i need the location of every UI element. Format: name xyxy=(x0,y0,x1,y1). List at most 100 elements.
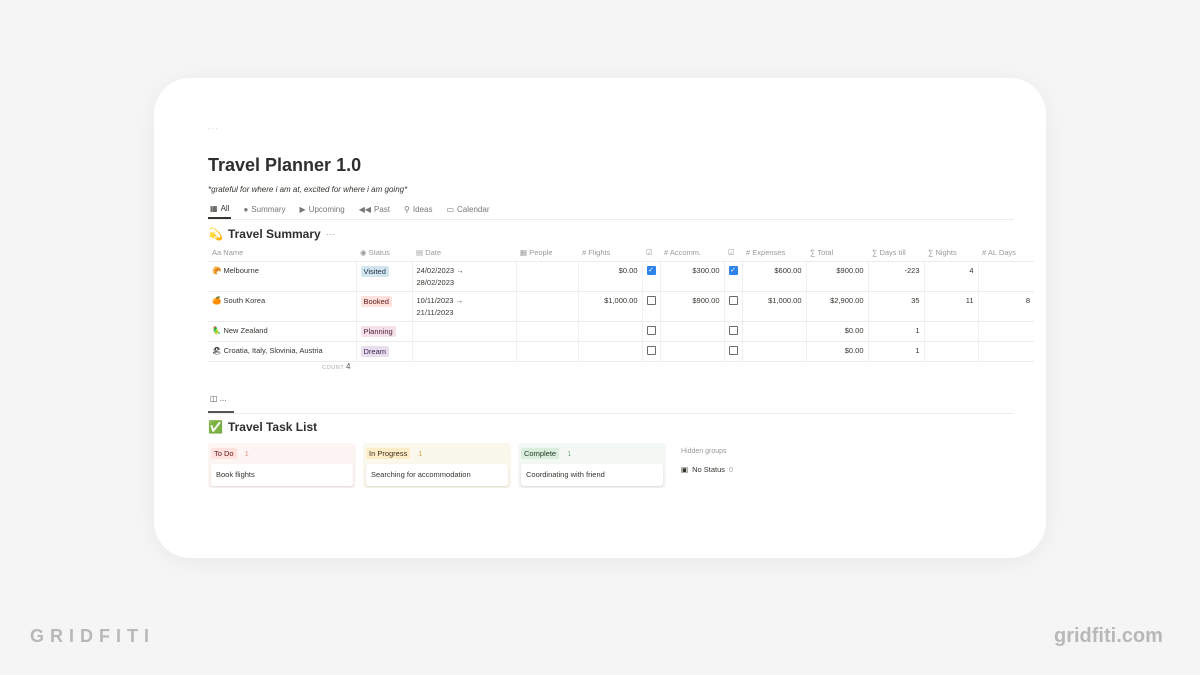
no-status-group[interactable]: ▣ No Status 0 xyxy=(681,465,733,474)
total-cell: $900.00 xyxy=(805,261,868,292)
days-till-cell: 35 xyxy=(867,291,924,322)
table-row[interactable]: 🍊 South Korea Booked 10/11/2023 → 21/11/2… xyxy=(208,291,1034,322)
group-badge[interactable]: Complete xyxy=(521,447,560,459)
people-cell[interactable] xyxy=(515,261,578,292)
days-till-cell: 1 xyxy=(867,321,924,342)
flights-cell[interactable] xyxy=(577,321,642,342)
accomm-paid-checkbox[interactable]: ✓ xyxy=(728,266,738,276)
more-options-icon[interactable]: ··· xyxy=(326,229,335,239)
column-header-people[interactable]: ▦ People xyxy=(516,244,578,262)
column-header-status[interactable]: ◉ Status xyxy=(356,244,412,262)
column-header-nights[interactable]: ∑ Nights xyxy=(924,244,978,262)
column-header-expenses[interactable]: # Expenses xyxy=(742,244,806,262)
play-icon: ▶ xyxy=(299,205,306,214)
property-type-icon: ∑ xyxy=(928,247,934,257)
property-type-icon: ▦ xyxy=(520,247,528,257)
days-till-cell: 1 xyxy=(867,341,924,362)
summary-heading: 💫 Travel Summary ··· xyxy=(208,227,335,241)
column-header-name[interactable]: Aa Name xyxy=(208,244,356,262)
flights-cell[interactable]: $0.00 xyxy=(577,261,642,292)
accomm-cell[interactable]: $300.00 xyxy=(659,261,724,292)
tab-all[interactable]: ▦ All xyxy=(208,200,232,219)
status-cell[interactable]: Dream xyxy=(355,341,412,362)
status-cell[interactable]: Booked xyxy=(355,291,412,322)
tab-summary[interactable]: ● Summary xyxy=(241,200,287,219)
al-days-cell[interactable] xyxy=(977,341,1034,362)
tab-ideas[interactable]: ⚲ Ideas xyxy=(402,200,434,219)
accomm-cell[interactable] xyxy=(659,321,724,342)
table-row[interactable]: 🏖 Croatia, Italy, Slovinia, Austria Drea… xyxy=(208,341,1034,362)
status-badge: Dream xyxy=(360,345,390,357)
flights-paid-checkbox[interactable] xyxy=(646,326,656,336)
task-card[interactable]: Searching for accommodation xyxy=(366,464,508,486)
flights-cell[interactable] xyxy=(577,341,642,362)
board-view-tab[interactable]: ◫ ... xyxy=(208,394,234,413)
expenses-cell[interactable]: $600.00 xyxy=(741,261,806,292)
task-card[interactable]: Coordinating with friend xyxy=(521,464,663,486)
people-cell[interactable] xyxy=(515,341,578,362)
al-days-cell[interactable] xyxy=(977,321,1034,342)
summary-title: Travel Summary xyxy=(227,227,321,241)
watermark-right: gridfiti.com xyxy=(1054,625,1163,647)
page-subtitle: *grateful for where i am at, excited for… xyxy=(208,185,408,194)
expenses-cell[interactable]: $1,000.00 xyxy=(741,291,806,322)
breadcrumb[interactable]: · · · xyxy=(208,126,217,132)
name-cell[interactable]: 🍊 South Korea xyxy=(208,291,356,322)
people-cell[interactable] xyxy=(515,321,578,342)
column-header-accomm-[interactable]: # Accomm. xyxy=(660,244,724,262)
property-type-icon: ☑ xyxy=(728,247,735,257)
expenses-cell[interactable] xyxy=(741,321,806,342)
row-emoji-icon: 🍊 xyxy=(212,295,222,305)
board-icon: ◫ xyxy=(210,394,218,403)
nights-cell: 4 xyxy=(923,261,978,292)
accomm-paid-checkbox[interactable] xyxy=(728,326,738,336)
row-emoji-icon: 🦜 xyxy=(212,325,222,335)
tasks-title: Travel Task List xyxy=(227,420,318,434)
column-header-flights[interactable]: # Flights xyxy=(578,244,642,262)
name-cell[interactable]: 🥐 Melbourne xyxy=(208,261,356,292)
table-row[interactable]: 🥐 Melbourne Visited 24/02/2023 → 28/02/20… xyxy=(208,261,1034,292)
column-header-days-till[interactable]: ∑ Days till xyxy=(868,244,924,262)
tab-upcoming[interactable]: ▶ Upcoming xyxy=(298,200,347,219)
column-header-date[interactable]: ▤ Date xyxy=(412,244,516,262)
board-column-complete: Complete 1 Coordinating with friend xyxy=(518,443,666,488)
column-header-al-days[interactable]: # AL Days xyxy=(978,244,1034,262)
flights-paid-checkbox[interactable] xyxy=(646,346,656,356)
board-column-to-do: To Do 1 Book flights xyxy=(208,443,356,488)
property-type-icon: ☑ xyxy=(646,247,653,257)
column-header-checkbox[interactable]: ☑ xyxy=(724,244,742,262)
al-days-cell[interactable]: 8 xyxy=(977,291,1034,322)
accomm-paid-checkbox[interactable] xyxy=(728,346,738,356)
name-cell[interactable]: 🏖 Croatia, Italy, Slovinia, Austria xyxy=(208,341,356,362)
task-card[interactable]: Book flights xyxy=(211,464,353,486)
property-type-icon: # xyxy=(664,247,669,257)
board-view-tabs: ◫ ... xyxy=(208,394,1014,414)
accomm-cell[interactable] xyxy=(659,341,724,362)
people-cell[interactable] xyxy=(515,291,578,322)
column-header-checkbox[interactable]: ☑ xyxy=(642,244,660,262)
flights-paid-checkbox[interactable]: ✓ xyxy=(646,266,656,276)
date-cell[interactable]: 24/02/2023 → 28/02/2023 xyxy=(411,261,516,292)
status-cell[interactable]: Planning xyxy=(355,321,412,342)
expenses-cell[interactable] xyxy=(741,341,806,362)
status-badge: Planning xyxy=(360,325,396,337)
flights-paid-checkbox[interactable] xyxy=(646,296,656,306)
table-row[interactable]: 🦜 New Zealand Planning $0.00 1 xyxy=(208,321,1034,342)
accomm-paid-checkbox[interactable] xyxy=(728,296,738,306)
date-cell[interactable] xyxy=(411,321,516,342)
al-days-cell[interactable] xyxy=(977,261,1034,292)
accomm-cell[interactable]: $900.00 xyxy=(659,291,724,322)
column-header-total[interactable]: ∑ Total xyxy=(806,244,868,262)
status-badge: Booked xyxy=(360,295,392,307)
group-badge[interactable]: In Progress xyxy=(366,447,411,459)
status-cell[interactable]: Visited xyxy=(355,261,412,292)
tab-calendar[interactable]: ▭ Calendar xyxy=(444,200,491,219)
page-title: Travel Planner 1.0 xyxy=(208,155,362,175)
inbox-icon: ▣ xyxy=(681,465,689,474)
group-badge[interactable]: To Do xyxy=(211,447,237,459)
date-cell[interactable] xyxy=(411,341,516,362)
flights-cell[interactable]: $1,000.00 xyxy=(577,291,642,322)
date-cell[interactable]: 10/11/2023 → 21/11/2023 xyxy=(411,291,516,322)
name-cell[interactable]: 🦜 New Zealand xyxy=(208,321,356,342)
tab-past[interactable]: ◀◀ Past xyxy=(357,200,392,219)
